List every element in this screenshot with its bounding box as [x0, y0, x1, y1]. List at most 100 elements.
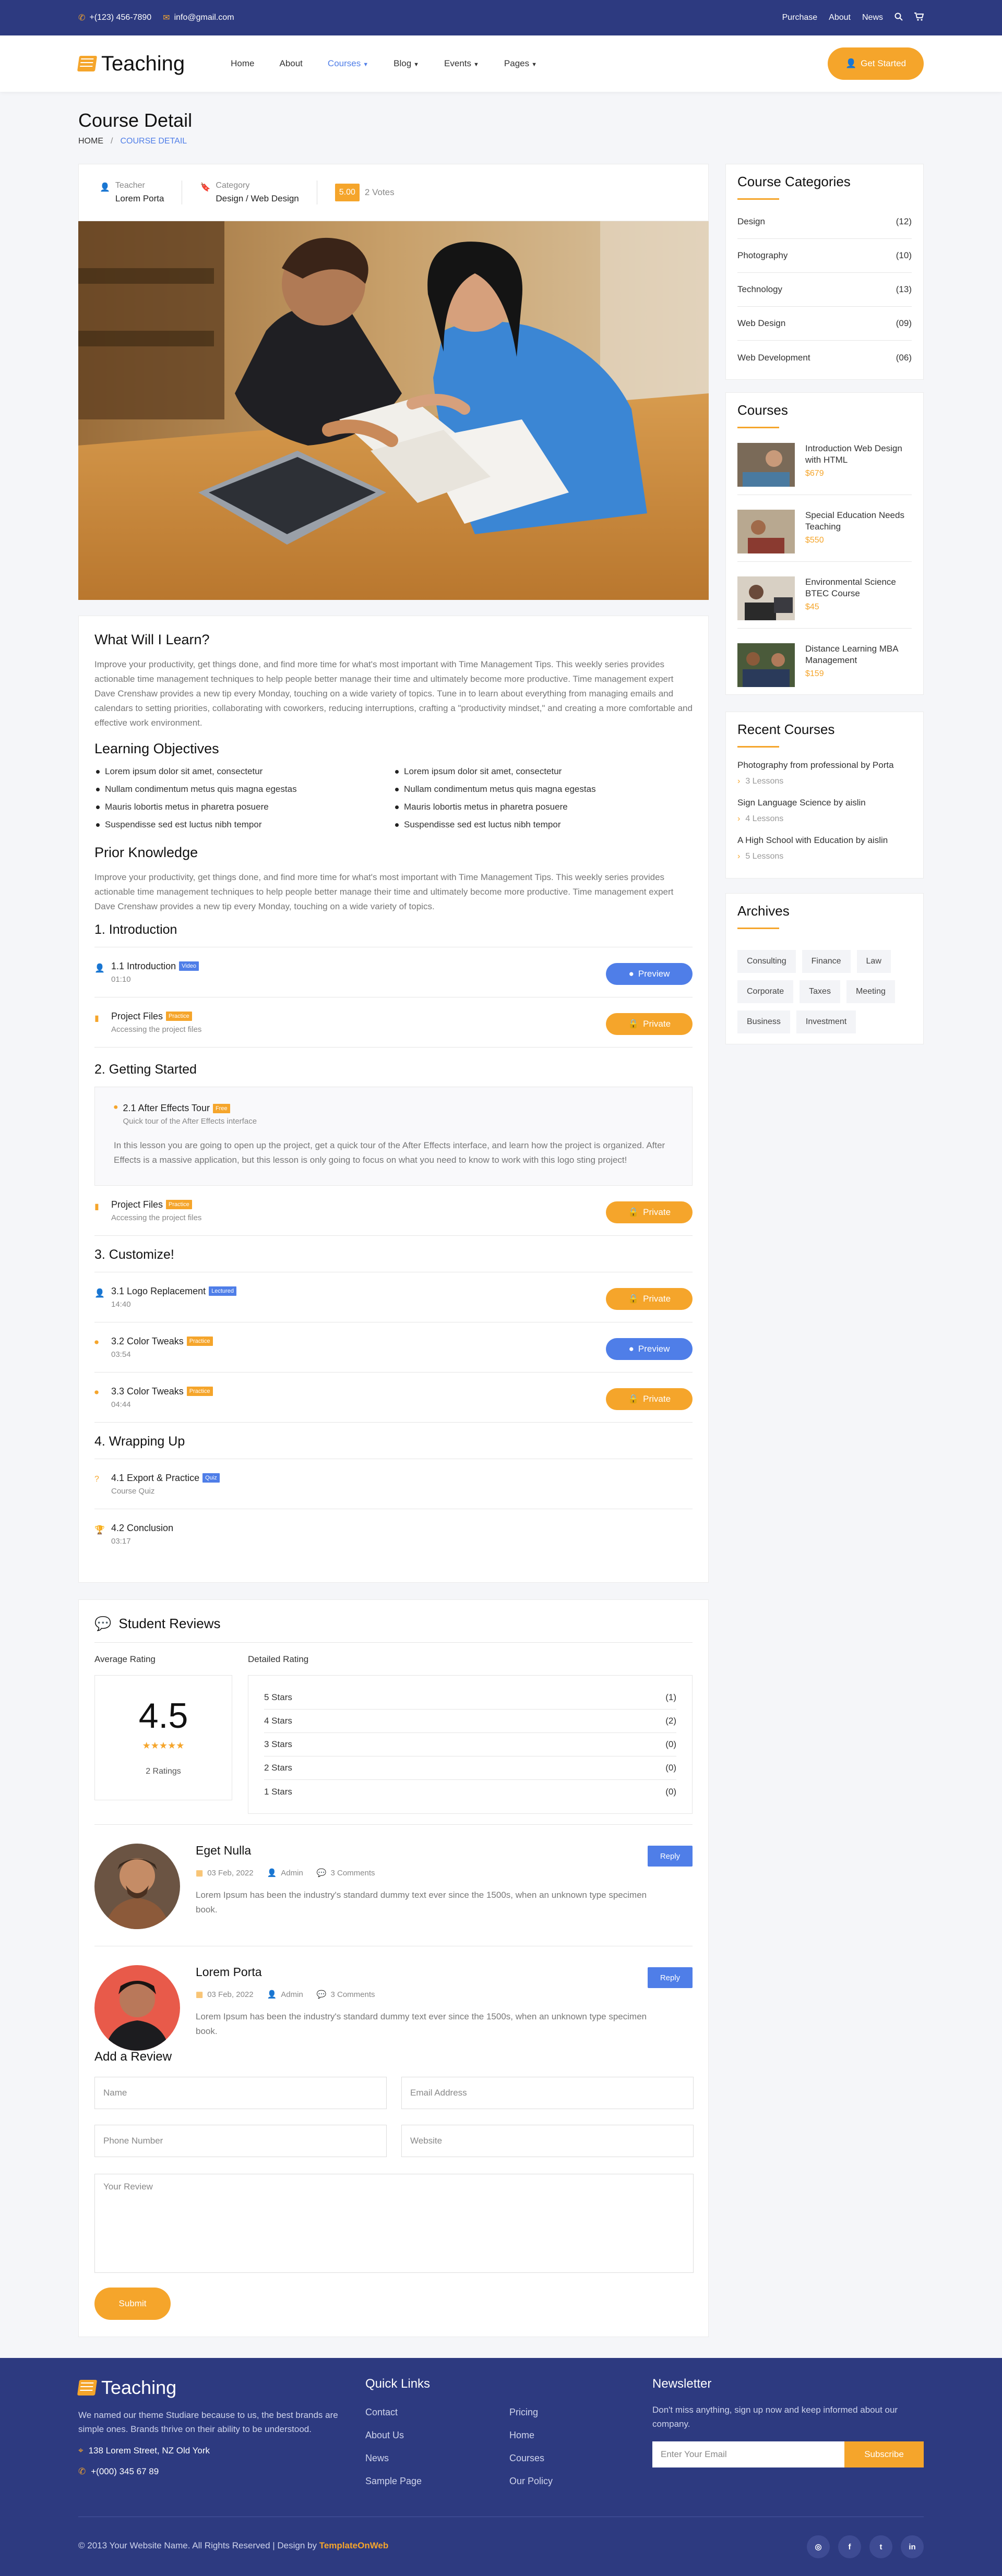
private-button[interactable]: 🔒 Private	[606, 1013, 693, 1035]
lesson-description: In this lesson you are going to open up …	[114, 1140, 665, 1165]
subscribe-button[interactable]: Subscribe	[844, 2441, 924, 2467]
search-icon[interactable]	[894, 13, 903, 23]
designer-link[interactable]: TemplateOnWeb	[319, 2541, 389, 2550]
course-thumbnail	[737, 510, 795, 553]
nav-item-pages[interactable]: Pages ▼	[504, 58, 537, 69]
teacher-name[interactable]: Lorem Porta	[115, 194, 164, 204]
lesson-row[interactable]: ? 4.1 Export & Practice Quiz Course Quiz	[94, 1459, 693, 1509]
lesson-row[interactable]: 🏆 4.2 Conclusion 03:17	[94, 1509, 693, 1559]
category-name[interactable]: Design / Web Design	[216, 194, 299, 204]
clock-icon: ⏺	[114, 1103, 118, 1112]
tag-item[interactable]: Law	[856, 950, 891, 973]
rating-badge: 5.00	[335, 184, 360, 201]
lesson-expanded[interactable]: ⏺ 2.1 After Effects Tour Free Quick tour o…	[94, 1087, 693, 1186]
phone-icon: ✆	[78, 14, 86, 22]
lesson-row[interactable]: ▮ Project Files Practice Accessing the pro…	[94, 997, 693, 1048]
rating-info: 5.00 2 Votes	[335, 184, 395, 201]
caret-down-icon: ▼	[531, 62, 538, 68]
topbar-link-about[interactable]: About	[829, 13, 851, 22]
topbar-link-purchase[interactable]: Purchase	[782, 13, 818, 22]
tag-item[interactable]: Taxes	[800, 980, 840, 1003]
lesson-row[interactable]: ⏺ 3.2 Color Tweaks Practice 03:54 ● Preview	[94, 1322, 693, 1373]
recent-course-link[interactable]: Sign Language Science by aislin	[737, 798, 912, 808]
footer-link[interactable]: Pricing	[509, 2407, 553, 2430]
submit-button[interactable]: Submit	[94, 2288, 171, 2320]
get-started-button[interactable]: 👤 Get Started	[828, 47, 924, 80]
reply-button[interactable]: Reply	[648, 1846, 693, 1867]
private-button[interactable]: 🔒 Private	[606, 1288, 693, 1310]
average-rating: 4.5	[138, 1696, 188, 1736]
nav-item-blog[interactable]: Blog ▼	[393, 58, 419, 69]
user-icon: 👤	[845, 58, 857, 68]
name-input[interactable]: Name	[94, 2077, 387, 2109]
lesson-tag: Lectured	[209, 1286, 236, 1296]
footer-link[interactable]: News	[365, 2453, 509, 2476]
lesson-row[interactable]: 👤 3.1 Logo Replacement Lectured 14:40 🔒 Pri…	[94, 1272, 693, 1322]
comment-icon: 💬	[316, 1869, 327, 1877]
dribbble-icon[interactable]: ◎	[807, 2535, 830, 2558]
footer-link[interactable]: Courses	[509, 2453, 553, 2476]
facebook-icon[interactable]: f	[838, 2535, 861, 2558]
footer-link[interactable]: Home	[509, 2430, 553, 2453]
category-item[interactable]: Web Design (09)	[737, 307, 912, 341]
linkedin-icon[interactable]: in	[901, 2535, 924, 2558]
lesson-row[interactable]: 👤 1.1 Introduction Video 01:10 ● Preview	[94, 947, 693, 997]
reply-button[interactable]: Reply	[648, 1967, 693, 1988]
section-title: 3. Customize!	[94, 1247, 693, 1272]
private-button[interactable]: 🔒 Private	[606, 1201, 693, 1223]
website-input[interactable]: Website	[401, 2125, 694, 2157]
category-info: 🔖 Category Design / Web Design	[200, 181, 299, 204]
email-contact[interactable]: ✉ info@gmail.com	[163, 13, 234, 23]
tag-item[interactable]: Business	[737, 1010, 790, 1033]
nav-item-courses[interactable]: Courses ▼	[328, 58, 368, 69]
category-item[interactable]: Web Development (06)	[737, 341, 912, 375]
nav-item-about[interactable]: About	[279, 58, 302, 69]
private-button[interactable]: 🔒 Private	[606, 1388, 693, 1410]
preview-button[interactable]: ● Preview	[606, 1338, 693, 1360]
category-item[interactable]: Photography (10)	[737, 239, 912, 273]
footer-about: We named our theme Studiare because to u…	[78, 2410, 338, 2434]
recent-course-link[interactable]: A High School with Education by aislin	[737, 835, 912, 846]
nav-item-events[interactable]: Events ▼	[444, 58, 479, 69]
tag-item[interactable]: Meeting	[846, 980, 895, 1003]
review-textarea[interactable]: Your Review	[94, 2174, 694, 2273]
course-item[interactable]: Environmental Science BTEC Course $45	[737, 562, 912, 629]
footer-link[interactable]: About Us	[365, 2430, 509, 2453]
category-item[interactable]: Technology (13)	[737, 273, 912, 307]
tag-item[interactable]: Finance	[802, 950, 851, 973]
phone-input[interactable]: Phone Number	[94, 2125, 387, 2157]
footer-link[interactable]: Contact	[365, 2407, 509, 2430]
lesson-tag: Practice	[186, 1387, 213, 1396]
topbar-link-news[interactable]: News	[862, 13, 883, 22]
phone-contact[interactable]: ✆ +(123) 456-7890	[78, 13, 151, 23]
newsletter-email-input[interactable]: Enter Your Email	[652, 2441, 844, 2467]
email-input[interactable]: Email Address	[401, 2077, 694, 2109]
category-item[interactable]: Design (12)	[737, 205, 912, 239]
cart-icon[interactable]	[914, 12, 924, 23]
recent-course-link[interactable]: Photography from professional by Porta	[737, 760, 912, 771]
lesson-row[interactable]: ⏺ 3.3 Color Tweaks Practice 04:44 🔒 Private	[94, 1373, 693, 1423]
lesson-row[interactable]: ▮ Project Files Practice Accessing the pro…	[94, 1186, 693, 1236]
user-icon: 👤	[94, 964, 105, 973]
caret-down-icon: ▼	[363, 62, 369, 68]
site-logo[interactable]: Teaching	[77, 52, 185, 76]
footer-link[interactable]: Our Policy	[509, 2476, 553, 2499]
breadcrumb-home[interactable]: HOME	[78, 137, 103, 146]
tag-item[interactable]: Corporate	[737, 980, 794, 1003]
footer: Teaching We named our theme Studiare bec…	[0, 2358, 1002, 2576]
footer-logo[interactable]: Teaching	[77, 2377, 339, 2399]
nav-item-home[interactable]: Home	[231, 58, 254, 69]
course-item[interactable]: Special Education Needs Teaching $550	[737, 495, 912, 562]
preview-button[interactable]: ● Preview	[606, 963, 693, 985]
footer-link[interactable]: Sample Page	[365, 2476, 509, 2499]
caret-down-icon: ▼	[413, 62, 420, 68]
tag-item[interactable]: Investment	[796, 1010, 856, 1033]
mail-icon: ✉	[163, 14, 170, 22]
course-item[interactable]: Introduction Web Design with HTML $679	[737, 428, 912, 495]
tag-item[interactable]: Consulting	[737, 950, 796, 973]
section-title: 2. Getting Started	[94, 1062, 693, 1087]
twitter-icon[interactable]: t	[869, 2535, 892, 2558]
review-item: Eget Nulla ▦ 03 Feb, 2022 👤 Admin 💬 3 Comme…	[94, 1824, 693, 1946]
lesson-tag: Free	[212, 1103, 230, 1113]
course-item[interactable]: Distance Learning MBA Management $159	[737, 629, 912, 695]
